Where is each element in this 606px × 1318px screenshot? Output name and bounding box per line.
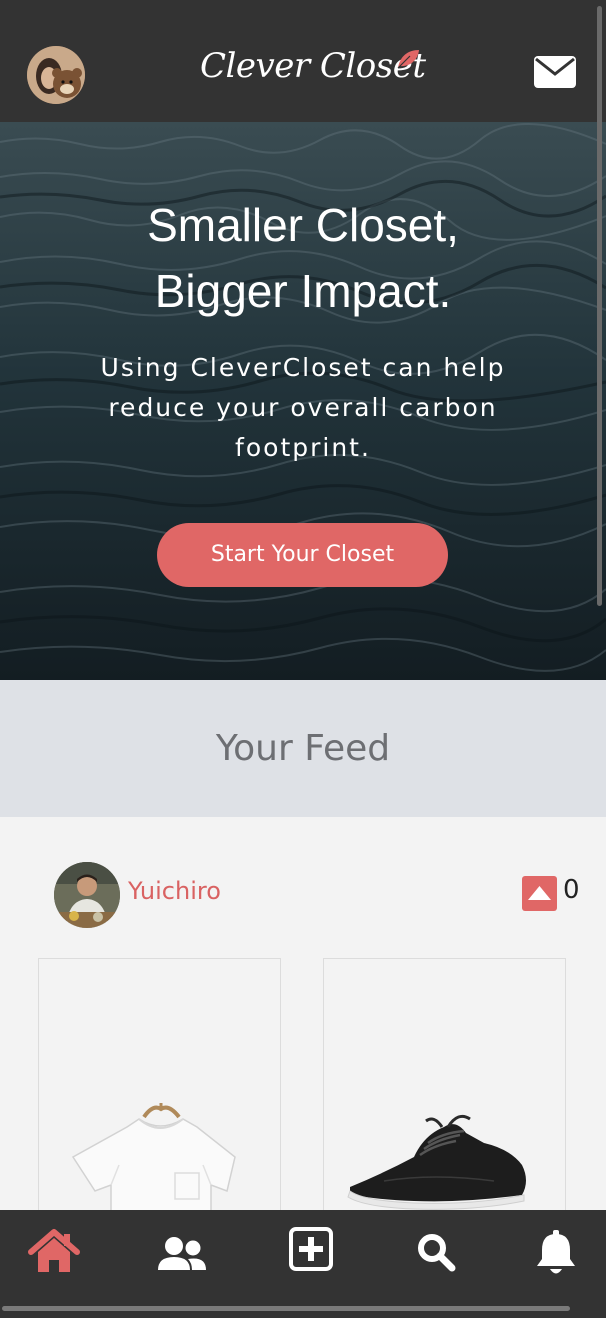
- hero-title: Smaller Closet, Bigger Impact.: [0, 192, 606, 324]
- nav-friends[interactable]: [154, 1226, 210, 1280]
- users-icon: [158, 1237, 206, 1270]
- feed-title: Your Feed: [215, 728, 391, 769]
- caret-up-icon: [528, 886, 551, 900]
- closet-item-card[interactable]: [323, 958, 566, 1210]
- feed-header: Your Feed: [0, 680, 606, 817]
- post-username[interactable]: Yuichiro: [128, 877, 221, 905]
- leaf-icon: [397, 50, 419, 69]
- vote-count: 0: [563, 875, 580, 905]
- bottom-navigation: [0, 1210, 606, 1318]
- hero-banner: Smaller Closet, Bigger Impact. Using Cle…: [0, 122, 606, 680]
- hero-title-line-1: Smaller Closet,: [147, 199, 459, 251]
- envelope-icon[interactable]: [533, 55, 577, 89]
- nav-notifications[interactable]: [528, 1226, 584, 1280]
- upvote-button[interactable]: [522, 876, 557, 911]
- logo-text: Clever Closet: [200, 46, 426, 86]
- closet-item-card[interactable]: [38, 958, 281, 1210]
- nav-home[interactable]: [26, 1226, 82, 1280]
- hero-subtitle: Using CleverCloset can help reduce your …: [100, 353, 506, 462]
- white-tshirt-image: [71, 1103, 236, 1210]
- black-sneaker-image: [347, 1114, 526, 1210]
- feed-post: Yuichiro 0: [0, 817, 606, 1210]
- app-header: Clever Closet: [0, 0, 606, 122]
- bell-icon: [537, 1230, 575, 1274]
- post-user-avatar[interactable]: [54, 862, 120, 928]
- search-icon: [418, 1234, 456, 1272]
- plus-square-icon: [289, 1227, 333, 1271]
- profile-avatar[interactable]: [27, 46, 85, 104]
- app-logo[interactable]: Clever Closet: [200, 46, 430, 94]
- nav-search[interactable]: [408, 1226, 464, 1280]
- start-your-closet-button[interactable]: Start Your Closet: [157, 523, 448, 587]
- scrollbar[interactable]: [597, 6, 602, 606]
- nav-add-item[interactable]: [283, 1226, 339, 1280]
- home-icon: [28, 1229, 80, 1272]
- home-indicator: [2, 1306, 570, 1311]
- hero-title-line-2: Bigger Impact.: [154, 265, 452, 317]
